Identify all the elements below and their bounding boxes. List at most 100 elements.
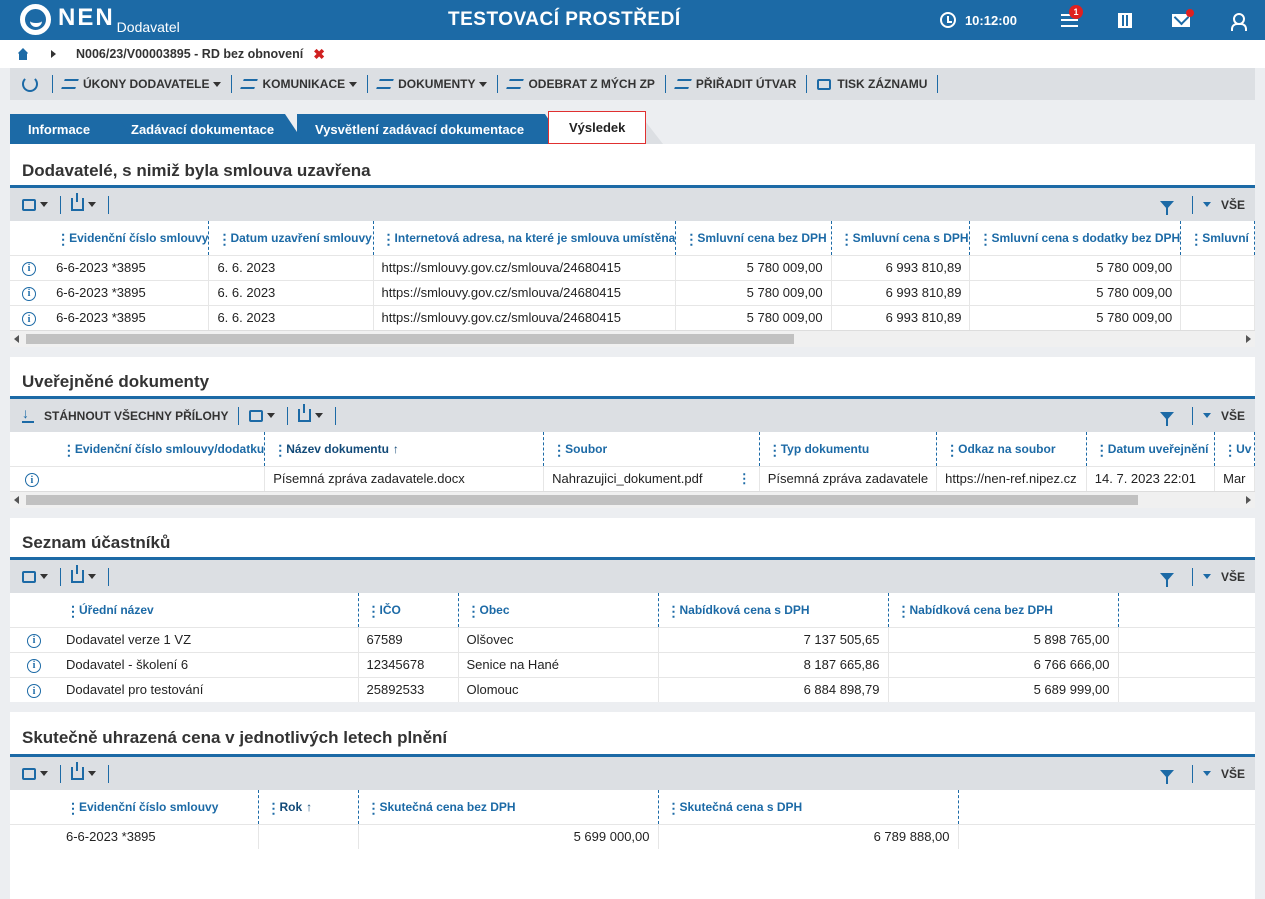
column-header[interactable]: ⋮Internetová adresa, na které je smlouva…	[373, 221, 677, 255]
print-menu[interactable]	[22, 198, 48, 211]
tab-vysvetleni[interactable]: Vysvětlení zadávací dokumentace	[297, 114, 565, 144]
section-title: Uveřejněné dokumenty	[10, 357, 1255, 399]
print-record-button[interactable]: TISK ZÁZNAMU	[813, 77, 931, 91]
tab-informace[interactable]: Informace	[10, 114, 136, 144]
communication-menu[interactable]: KOMUNIKACE	[238, 77, 361, 91]
column-header[interactable]: ⋮Smluvní cena bez DPH	[675, 221, 832, 255]
column-header[interactable]: ⋮Skutečná cena s DPH	[658, 790, 959, 824]
column-header[interactable]: ⋮Evidenční číslo smlouvy/dodatku	[53, 432, 266, 466]
column-header[interactable]: ⋮Skutečná cena bez DPH	[358, 790, 659, 824]
table-row[interactable]: i Dodavatel - školení 6 12345678 Senice na…	[10, 651, 1255, 677]
view-all-menu[interactable]: VŠE	[1199, 198, 1245, 212]
notifications-button[interactable]: 1	[1041, 0, 1097, 40]
horizontal-scrollbar[interactable]	[10, 491, 1255, 508]
tab-zadavaci-dokumentace[interactable]: Zadávací dokumentace	[113, 114, 305, 144]
filter-icon[interactable]	[1159, 769, 1174, 784]
column-header[interactable]: ⋮Rok ↑	[258, 790, 359, 824]
refresh-icon[interactable]	[22, 76, 38, 92]
more-icon[interactable]: ⋮	[738, 471, 751, 487]
documents-menu[interactable]: DOKUMENTY	[374, 77, 491, 91]
column-header[interactable]: ⋮Smluvní cena s DPH	[831, 221, 971, 255]
clock-icon	[939, 12, 956, 28]
print-menu[interactable]	[249, 409, 276, 422]
export-menu[interactable]	[71, 762, 96, 780]
column-header[interactable]: ⋮Smluvní	[1180, 221, 1255, 255]
column-header[interactable]: ⋮Nabídková cena s DPH	[658, 593, 889, 627]
share-icon	[298, 404, 312, 422]
nen-logo[interactable]: NEN Dodavatel	[20, 3, 180, 35]
column-header[interactable]: ⋮Úřední název	[58, 593, 359, 627]
export-menu[interactable]	[71, 565, 96, 583]
column-header[interactable]: ⋮Evidenční číslo smlouvy	[48, 221, 210, 255]
column-header[interactable]: ⋮Datum uveřejnění	[1086, 432, 1216, 466]
table-row[interactable]: i 6-6-2023 *3895 6. 6. 2023 https://smlouv…	[10, 304, 1255, 330]
calculator-button[interactable]	[1097, 0, 1153, 40]
table-row[interactable]: 6-6-2023 *3895 5 699 000,00 6 789 888,00	[10, 823, 1255, 849]
scroll-right-icon[interactable]	[1246, 335, 1251, 343]
calculator-icon	[1118, 12, 1132, 28]
info-icon[interactable]: i	[22, 286, 37, 301]
column-header[interactable]: ⋮Soubor	[543, 432, 760, 466]
info-icon[interactable]: i	[27, 684, 41, 698]
actual-price-table: ⋮Evidenční číslo smlouvy ⋮Rok ↑ ⋮Skutečná…	[10, 790, 1255, 849]
close-icon[interactable]: ✖	[313, 46, 325, 63]
tab-vysledek[interactable]: Výsledek	[548, 111, 647, 144]
list-icon	[240, 79, 259, 89]
printer-icon	[22, 570, 36, 583]
scroll-left-icon[interactable]	[14, 496, 19, 504]
download-icon	[22, 405, 34, 423]
export-menu[interactable]	[71, 193, 96, 211]
info-icon[interactable]: i	[22, 312, 37, 326]
print-menu[interactable]	[22, 570, 48, 583]
column-header[interactable]: ⋮Nabídková cena bez DPH	[888, 593, 1119, 627]
horizontal-scrollbar[interactable]	[10, 330, 1255, 347]
share-icon	[71, 193, 84, 211]
scroll-left-icon[interactable]	[14, 335, 19, 343]
column-header[interactable]: ⋮Název dokumentu ↑	[264, 432, 545, 466]
printer-icon	[249, 409, 264, 422]
info-icon[interactable]: i	[24, 473, 39, 487]
grid-toolbar: VŠE	[10, 188, 1255, 221]
contracts-table: ⋮Evidenční číslo smlouvy ⋮Datum uzavření…	[10, 221, 1255, 330]
table-row[interactable]: i Písemná zpráva zadavatele.docx Nahrazu…	[10, 465, 1255, 491]
download-all-button[interactable]: STÁHNOUT VŠECHNY PŘÍLOHY	[22, 405, 228, 423]
table-row[interactable]: i Dodavatel pro testování 25892533 Olomouc…	[10, 676, 1255, 702]
column-header[interactable]: ⋮Datum uzavření smlouvy	[208, 221, 374, 255]
column-header[interactable]: ⋮Evidenční číslo smlouvy	[58, 790, 259, 824]
column-header[interactable]: ⋮Obec	[458, 593, 659, 627]
messages-button[interactable]	[1153, 0, 1209, 40]
assign-unit-button[interactable]: PŘIŘADIT ÚTVAR	[672, 77, 800, 91]
list-icon	[376, 79, 394, 89]
column-header[interactable]: ⋮Odkaz na soubor	[936, 432, 1087, 466]
supplier-actions-menu[interactable]: ÚKONY DODAVATELE	[59, 77, 225, 91]
scroll-right-icon[interactable]	[1246, 496, 1251, 504]
info-icon[interactable]: i	[27, 633, 41, 648]
info-icon[interactable]: i	[22, 261, 37, 276]
column-header[interactable]: ⋮Typ dokumentu	[759, 432, 938, 466]
actual-price-section: Skutečně uhrazená cena v jednotlivých le…	[10, 712, 1255, 899]
print-menu[interactable]	[22, 767, 48, 780]
remove-from-my-button[interactable]: ODEBRAT Z MÝCH ZP	[504, 77, 658, 91]
table-row[interactable]: i 6-6-2023 *3895 6. 6. 2023 https://smlouv…	[10, 279, 1255, 305]
filter-icon[interactable]	[1159, 200, 1174, 215]
file-link[interactable]: Nahrazujici_dokument.pdf ⋮	[543, 465, 760, 491]
view-all-menu[interactable]: VŠE	[1199, 767, 1245, 781]
filter-icon[interactable]	[1159, 411, 1174, 426]
table-row[interactable]: i 6-6-2023 *3895 6. 6. 2023 https://smlouv…	[10, 254, 1255, 280]
column-header[interactable]: ⋮IČO	[358, 593, 459, 627]
sort-asc-icon: ↑	[392, 441, 399, 456]
share-icon	[71, 565, 84, 583]
column-header[interactable]: ⋮Uv	[1214, 432, 1255, 466]
filter-icon[interactable]	[1159, 572, 1174, 587]
table-row[interactable]: i Dodavatel verze 1 VZ 67589 Olšovec 7 137…	[10, 626, 1255, 652]
home-icon[interactable]	[17, 49, 29, 60]
user-button[interactable]	[1209, 0, 1265, 40]
export-menu[interactable]	[298, 404, 324, 422]
view-all-menu[interactable]: VŠE	[1199, 409, 1245, 423]
info-icon[interactable]: i	[27, 658, 41, 673]
printer-icon	[817, 78, 832, 90]
view-all-menu[interactable]: VŠE	[1199, 570, 1245, 584]
section-title: Skutečně uhrazená cena v jednotlivých le…	[10, 712, 1255, 757]
section-title: Seznam účastníků	[10, 518, 1255, 560]
column-header[interactable]: ⋮Smluvní cena s dodatky bez DPH	[969, 221, 1182, 255]
